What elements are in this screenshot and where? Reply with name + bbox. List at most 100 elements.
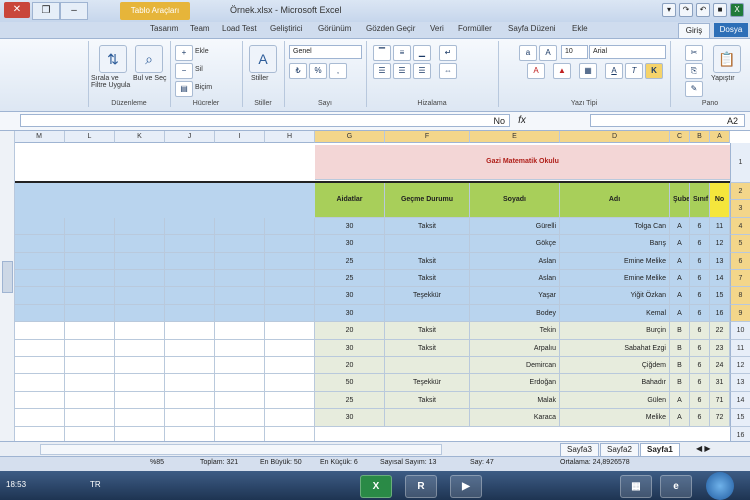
cut-icon[interactable]: ✂ <box>685 45 703 61</box>
empty-cell[interactable] <box>115 270 165 288</box>
table-cell[interactable]: 31 <box>710 374 730 392</box>
align-top-icon[interactable]: ▔ <box>373 45 391 61</box>
empty-cell[interactable] <box>115 304 165 323</box>
row-header-6[interactable]: 6 <box>730 252 750 270</box>
font-color-icon[interactable]: A <box>527 63 545 79</box>
table-cell[interactable]: 11 <box>710 217 730 236</box>
table-cell[interactable]: 22 <box>710 322 730 340</box>
table-cell[interactable]: Arpalıu <box>470 339 560 357</box>
wrap-text-icon[interactable]: ↵ <box>439 45 457 61</box>
row-header-11[interactable]: 11 <box>730 339 750 357</box>
tab-load-test[interactable]: Load Test <box>222 24 257 33</box>
empty-cell[interactable] <box>65 322 115 340</box>
customize-qat-icon[interactable]: ▾ <box>662 3 676 17</box>
currency-icon[interactable]: ₺ <box>289 63 307 79</box>
table-cell[interactable]: 6 <box>690 287 710 305</box>
tab-ekle[interactable]: Ekle <box>572 24 588 33</box>
table-cell[interactable] <box>385 409 470 427</box>
empty-cell[interactable] <box>115 391 165 410</box>
empty-cell[interactable] <box>165 322 215 340</box>
horizontal-scrollbar[interactable] <box>40 444 442 455</box>
styles-button-label[interactable]: Stiller <box>251 75 269 82</box>
table-cell[interactable]: Taksit <box>385 217 470 236</box>
empty-cell[interactable] <box>265 409 315 427</box>
undo-icon[interactable]: ↶ <box>696 3 710 17</box>
empty-cell[interactable] <box>165 217 215 236</box>
table-cell[interactable]: 30 <box>315 287 385 305</box>
bold-icon[interactable]: K <box>645 63 663 79</box>
empty-cell[interactable] <box>215 426 265 441</box>
empty-cell[interactable] <box>115 287 165 305</box>
column-header-E[interactable]: E <box>470 131 560 143</box>
empty-cell[interactable] <box>165 304 215 323</box>
empty-cell[interactable] <box>265 287 315 305</box>
insert-function-icon[interactable]: fx <box>512 114 532 127</box>
column-header-B[interactable]: B <box>690 131 710 143</box>
align-left-icon[interactable]: ☰ <box>373 63 391 79</box>
column-header-M[interactable]: M <box>14 131 65 143</box>
empty-cell[interactable] <box>265 304 315 323</box>
table-cell[interactable]: Çiğdem <box>560 357 670 375</box>
tab-dosya[interactable]: Dosya <box>714 23 748 37</box>
empty-cell[interactable] <box>14 322 65 340</box>
empty-cell[interactable] <box>265 357 315 375</box>
row-header-3[interactable]: 3 <box>730 200 750 218</box>
empty-cell[interactable] <box>165 374 215 392</box>
empty-cell[interactable] <box>65 217 115 236</box>
table-cell[interactable]: Taksit <box>385 322 470 340</box>
format-painter-icon[interactable]: ✎ <box>685 81 703 97</box>
row-header-12[interactable]: 12 <box>730 357 750 375</box>
table-cell[interactable]: Sabahat Ezgi <box>560 339 670 357</box>
table-cell[interactable]: 6 <box>690 270 710 288</box>
empty-cell[interactable] <box>14 339 65 357</box>
table-cell[interactable]: Yaşar <box>470 287 560 305</box>
empty-cell[interactable] <box>165 235 215 253</box>
row-header-4[interactable]: 4 <box>730 217 750 236</box>
empty-cell[interactable] <box>115 252 165 270</box>
table-cell[interactable]: 6 <box>690 391 710 410</box>
empty-cell[interactable] <box>65 270 115 288</box>
tab-gelistirici[interactable]: Geliştirici <box>270 24 302 33</box>
table-cell[interactable]: Burçin <box>560 322 670 340</box>
close-window-button[interactable]: ✕ <box>4 2 30 18</box>
empty-cell[interactable] <box>65 235 115 253</box>
redo-icon[interactable]: ↷ <box>679 3 693 17</box>
empty-cell[interactable] <box>14 391 65 410</box>
table-cell[interactable]: Taksit <box>385 270 470 288</box>
table-cell[interactable]: Teşekkür <box>385 287 470 305</box>
percent-icon[interactable]: % <box>309 63 327 79</box>
table-cell[interactable]: A <box>670 270 690 288</box>
thousands-icon[interactable]: , <box>329 63 347 79</box>
copy-icon[interactable]: ⎘ <box>685 63 703 79</box>
empty-cell[interactable] <box>165 339 215 357</box>
row-header-15[interactable]: 15 <box>730 409 750 427</box>
tab-gorunum[interactable]: Görünüm <box>318 24 351 33</box>
table-cell[interactable]: Gökçe <box>470 235 560 253</box>
table-cell[interactable]: 6 <box>690 409 710 427</box>
font-size-combo[interactable]: 10 <box>561 45 588 59</box>
table-cell[interactable]: A <box>670 304 690 323</box>
tab-sayfa-duzeni[interactable]: Sayfa Düzeni <box>508 24 556 33</box>
sheet-tab-2[interactable]: Sayfa2 <box>600 443 639 457</box>
worksheet-grid[interactable]: A B C D E F G H I J K L M 1 2 3 4 5 6 7 8 9 10 11 12 13 14 15 16 Gazi… <box>0 131 750 441</box>
empty-cell[interactable] <box>215 357 265 375</box>
italic-icon[interactable]: T <box>625 63 643 79</box>
column-header-A[interactable]: A <box>710 131 730 143</box>
borders-icon[interactable]: ▦ <box>579 63 597 79</box>
empty-cell[interactable] <box>265 217 315 236</box>
table-cell[interactable]: 72 <box>710 409 730 427</box>
empty-cell[interactable] <box>14 374 65 392</box>
sheet-tab-3[interactable]: Sayfa3 <box>560 443 599 457</box>
table-cell[interactable]: Gülen <box>560 391 670 410</box>
empty-cell[interactable] <box>215 322 265 340</box>
table-cell[interactable]: Bodey <box>470 304 560 323</box>
table-cell[interactable]: 6 <box>690 304 710 323</box>
table-cell[interactable]: 25 <box>315 252 385 270</box>
column-header-C[interactable]: C <box>670 131 690 143</box>
empty-cell[interactable] <box>215 374 265 392</box>
table-cell[interactable]: 30 <box>315 339 385 357</box>
empty-cell[interactable] <box>115 374 165 392</box>
sort-filter-icon[interactable]: ⇅ <box>99 45 127 73</box>
table-cell[interactable]: 20 <box>315 322 385 340</box>
table-cell[interactable]: 13 <box>710 252 730 270</box>
